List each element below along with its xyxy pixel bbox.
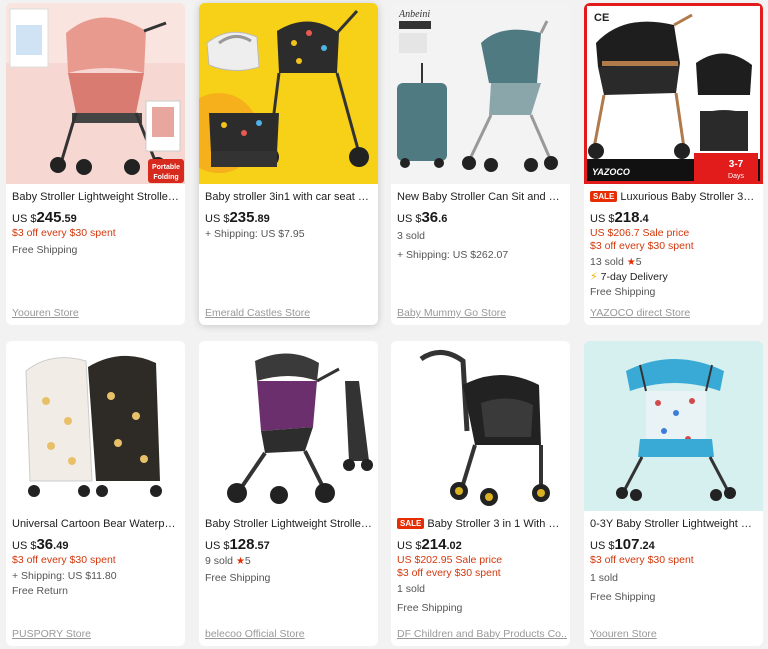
shipping-text: + Shipping: US $11.80	[12, 570, 117, 582]
product-title[interactable]: New Baby Stroller Can Sit and Lie L...	[397, 190, 564, 204]
shipping-text: Free Shipping	[205, 572, 271, 584]
product-title[interactable]: SALE Luxurious Baby Stroller 3 in...	[590, 190, 757, 204]
product-price: US $245.59	[12, 209, 77, 226]
product-title[interactable]: Universal Cartoon Bear Waterproo...	[12, 517, 179, 531]
product-card[interactable]: Baby Stroller Lightweight Stroller ... U…	[199, 341, 378, 646]
product-card[interactable]: 0-3Y Baby Stroller Lightweight Fold... U…	[584, 341, 763, 646]
store-link[interactable]: Yoouren Store	[12, 307, 79, 319]
svg-text:Days: Days	[728, 173, 744, 180]
product-title[interactable]: Baby stroller 3in1 with car seat Hig...	[205, 190, 372, 204]
product-title[interactable]: Baby Stroller Lightweight Stroller T...	[12, 190, 179, 204]
product-image[interactable]: CE YAZOCO 3-7 Days	[584, 3, 763, 184]
shipping-text: Free Shipping	[590, 591, 656, 603]
store-link[interactable]: belecoo Official Store	[205, 628, 305, 640]
shipping-text: Free Shipping	[12, 244, 78, 256]
shipping-text: + Shipping: US $7.95	[205, 228, 305, 240]
sale-badge: SALE	[397, 518, 425, 529]
sold-count: 1 sold	[590, 572, 619, 584]
product-title[interactable]: 0-3Y Baby Stroller Lightweight Fold...	[590, 517, 757, 531]
product-card[interactable]: CE YAZOCO 3-7 Days SALE Luxurious Baby S…	[584, 3, 763, 325]
star-icon: ★	[235, 556, 245, 567]
rain-cover-image	[6, 341, 185, 511]
return-text: Free Return	[12, 585, 69, 597]
delivery-info: ⚡ 7-day Delivery	[590, 271, 668, 283]
product-price: US $214.02	[397, 536, 462, 553]
shipping-text: Free Shipping	[590, 286, 656, 298]
product-card[interactable]: Portable Folding Baby Stroller Lightweig…	[6, 3, 185, 325]
product-card[interactable]: Baby stroller 3in1 with car seat Hig... …	[199, 3, 378, 325]
delivery-icon: ⚡	[590, 271, 598, 283]
svg-text:Portable: Portable	[152, 164, 180, 171]
product-grid: Portable Folding Baby Stroller Lightweig…	[0, 0, 768, 649]
umbrella-stroller-image	[584, 341, 763, 511]
product-title[interactable]: SALE Baby Stroller 3 in 1 With Car ...	[397, 517, 564, 531]
product-price: US $128.57	[205, 536, 270, 553]
product-card[interactable]: Universal Cartoon Bear Waterproo... US $…	[6, 341, 185, 646]
product-card[interactable]: Anbeini New Baby Stroller Can Sit and Li…	[391, 3, 570, 325]
sold-count: 1 sold	[397, 583, 426, 595]
stroller-image-purple	[199, 341, 378, 511]
rating-row: 9 sold ★5	[205, 555, 251, 567]
product-image[interactable]	[6, 341, 185, 511]
product-price: US $218.4	[590, 209, 649, 226]
star-icon: ★	[626, 257, 636, 268]
sale-price: US $202.95 Sale price	[397, 554, 503, 566]
product-price: US $107.24	[590, 536, 655, 553]
product-price: US $36.6	[397, 209, 448, 226]
svg-text:CE: CE	[594, 12, 609, 24]
svg-text:3-7: 3-7	[729, 159, 744, 170]
store-link[interactable]: PUSPORY Store	[12, 628, 91, 640]
store-link[interactable]: Emerald Castles Store	[205, 307, 310, 319]
product-image[interactable]: Anbeini	[391, 3, 570, 184]
store-link[interactable]: DF Children and Baby Products Co...	[397, 628, 567, 640]
product-price: US $36.49	[12, 536, 69, 553]
product-image[interactable]	[391, 341, 570, 511]
svg-text:Folding: Folding	[153, 174, 178, 181]
stroller-image-black: CE YAZOCO 3-7 Days	[584, 3, 763, 184]
stroller-image-pink: Portable Folding	[6, 3, 185, 184]
promo-text: $3 off every $30 spent	[12, 227, 116, 239]
rating-row: 13 sold ★5	[590, 256, 642, 268]
product-title[interactable]: Baby Stroller Lightweight Stroller ...	[205, 517, 372, 531]
travel-system-image	[391, 341, 570, 511]
promo-text: $3 off every $30 spent	[397, 567, 501, 579]
promo-text: $3 off every $30 spent	[12, 554, 116, 566]
store-link[interactable]: YAZOCO direct Store	[590, 307, 690, 319]
svg-text:YAZOCO: YAZOCO	[592, 167, 630, 177]
product-image[interactable]	[584, 341, 763, 511]
sold-count: 3 sold	[397, 230, 426, 242]
shipping-text: Free Shipping	[397, 602, 463, 614]
brand-logo: Anbeini	[398, 9, 430, 20]
product-image[interactable]	[199, 341, 378, 511]
store-link[interactable]: Yoouren Store	[590, 628, 657, 640]
product-image[interactable]	[199, 3, 378, 184]
sale-price: US $206.7 Sale price	[590, 227, 690, 239]
product-card[interactable]: SALE Baby Stroller 3 in 1 With Car ... US…	[391, 341, 570, 646]
sale-badge: SALE	[590, 191, 618, 202]
stroller-image-yellow	[199, 3, 378, 184]
promo-text: $3 off every $30 spent	[590, 240, 694, 252]
store-link[interactable]: Baby Mummy Go Store	[397, 307, 506, 319]
product-price: US $235.89	[205, 209, 270, 226]
shipping-text: + Shipping: US $262.07	[397, 249, 509, 261]
stroller-image-teal: Anbeini	[391, 3, 570, 184]
product-image[interactable]: Portable Folding	[6, 3, 185, 184]
promo-text: $3 off every $30 spent	[590, 554, 694, 566]
